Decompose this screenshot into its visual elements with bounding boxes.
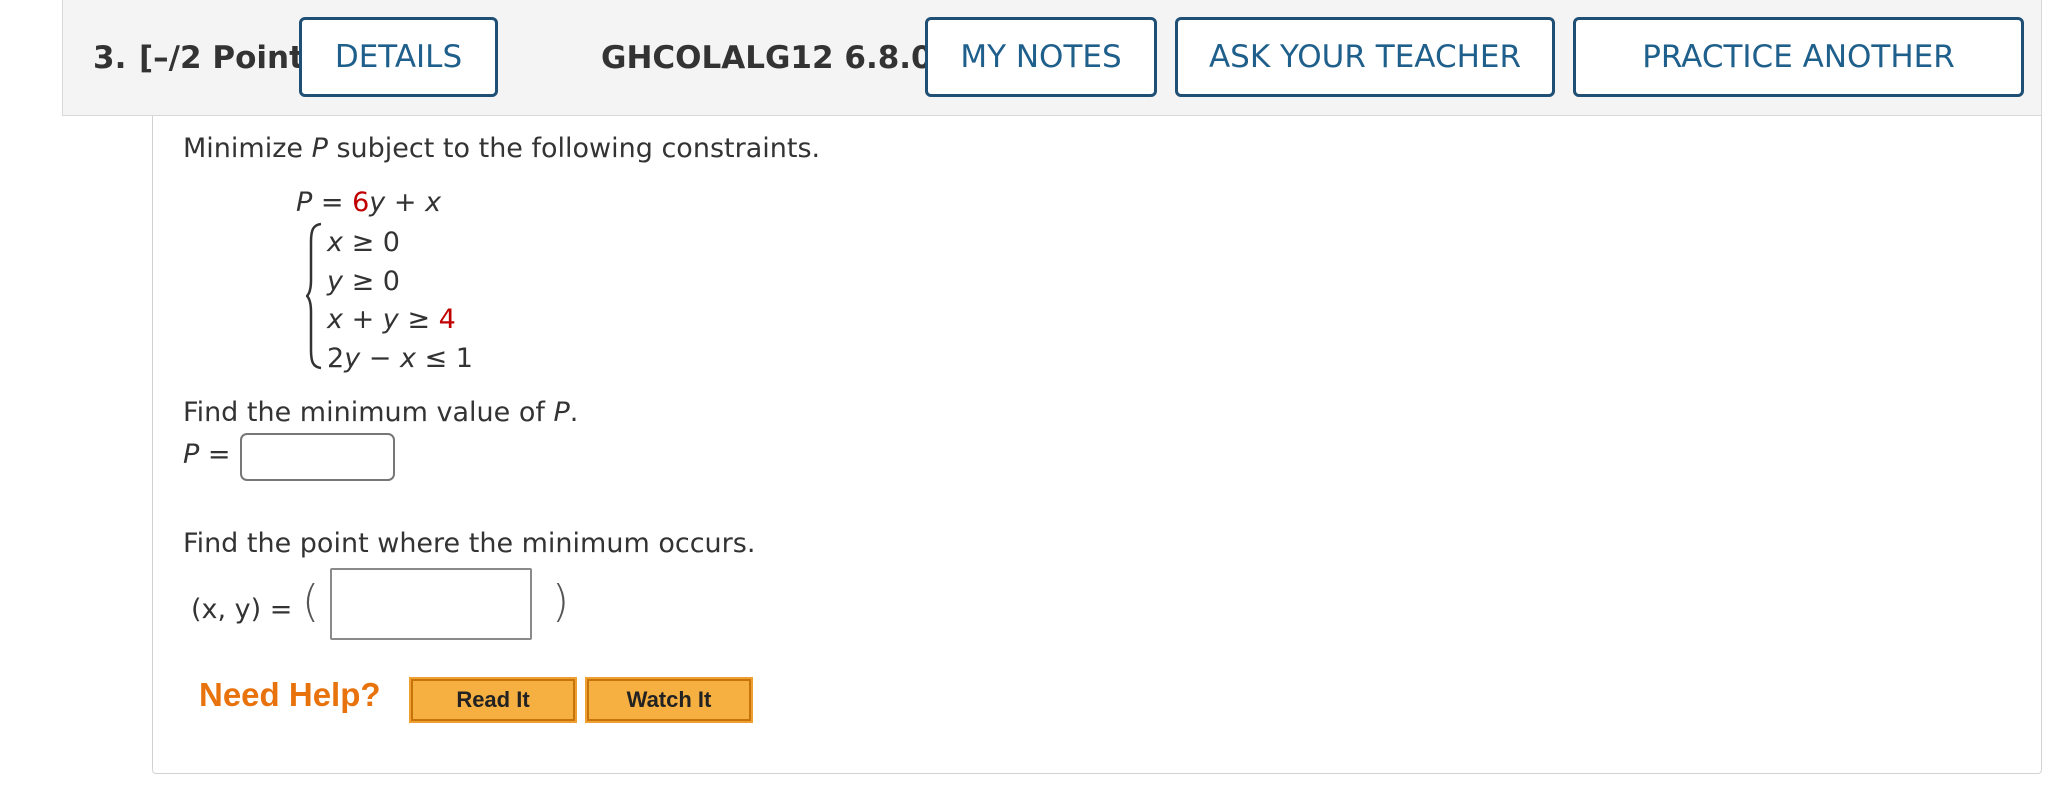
read-it-button[interactable]: Read It	[409, 677, 577, 723]
find-min-period: .	[569, 397, 579, 428]
objective-function: P = 6y + x	[296, 187, 441, 218]
question-number: 3.	[93, 40, 127, 76]
constraint-3-rhs: 4	[438, 304, 456, 335]
find-minimum-prompt: Find the minimum value of P.	[183, 397, 578, 428]
problem-intro: Minimize P subject to the following cons…	[183, 133, 820, 164]
close-paren: )	[552, 576, 570, 627]
intro-variable: P	[311, 133, 328, 164]
p-label-equals: =	[199, 439, 231, 470]
find-min-variable: P	[553, 397, 570, 428]
objective-var-x: x	[425, 187, 442, 218]
practice-another-button[interactable]: PRACTICE ANOTHER	[1573, 17, 2024, 97]
constraint-4-rhs: ≤ 1	[415, 343, 473, 374]
find-min-text: Find the minimum value of	[183, 397, 554, 428]
objective-lhs: P	[296, 187, 313, 218]
watch-it-button[interactable]: Watch It	[585, 677, 753, 723]
need-help-label: Need Help?	[199, 676, 381, 713]
intro-text-end: subject to the following constraints.	[327, 133, 821, 164]
constraint-4: 2y − x ≤ 1	[327, 343, 473, 374]
p-label-var: P	[183, 439, 200, 470]
open-paren: (	[302, 576, 320, 627]
constraint-3-var-y: y	[382, 304, 399, 335]
constraint-2: y ≥ 0	[327, 266, 400, 297]
constraint-1-rhs: ≥ 0	[342, 227, 400, 258]
constraint-3-op: ≥	[398, 304, 439, 335]
objective-coefficient: 6	[352, 187, 370, 218]
objective-equals: =	[312, 187, 353, 218]
left-brace-icon	[306, 222, 322, 370]
constraint-4-var-y: y	[344, 343, 361, 374]
constraint-3: x + y ≥ 4	[327, 304, 456, 335]
constraint-3-plus: +	[342, 304, 383, 335]
constraint-3-var-x: x	[327, 304, 343, 335]
xy-answer-label: (x, y) =	[191, 594, 293, 625]
ask-teacher-button[interactable]: ASK YOUR TEACHER	[1175, 17, 1555, 97]
p-answer-label: P =	[183, 439, 231, 470]
constraint-1-var: x	[327, 227, 343, 258]
objective-var-y: y	[369, 187, 386, 218]
intro-text: Minimize	[183, 133, 312, 164]
p-answer-input[interactable]	[240, 433, 395, 481]
constraint-2-rhs: ≥ 0	[342, 266, 400, 297]
xy-answer-input[interactable]	[330, 568, 532, 640]
constraint-4-minus: −	[360, 343, 400, 374]
constraint-2-var: y	[327, 266, 343, 297]
objective-plus: +	[385, 187, 426, 218]
constraint-1: x ≥ 0	[327, 227, 400, 258]
constraint-4-coef: 2	[327, 343, 345, 374]
my-notes-button[interactable]: MY NOTES	[925, 17, 1157, 97]
find-point-prompt: Find the point where the minimum occurs.	[183, 528, 756, 559]
constraint-4-var-x: x	[399, 343, 416, 374]
details-button[interactable]: DETAILS	[299, 17, 498, 97]
